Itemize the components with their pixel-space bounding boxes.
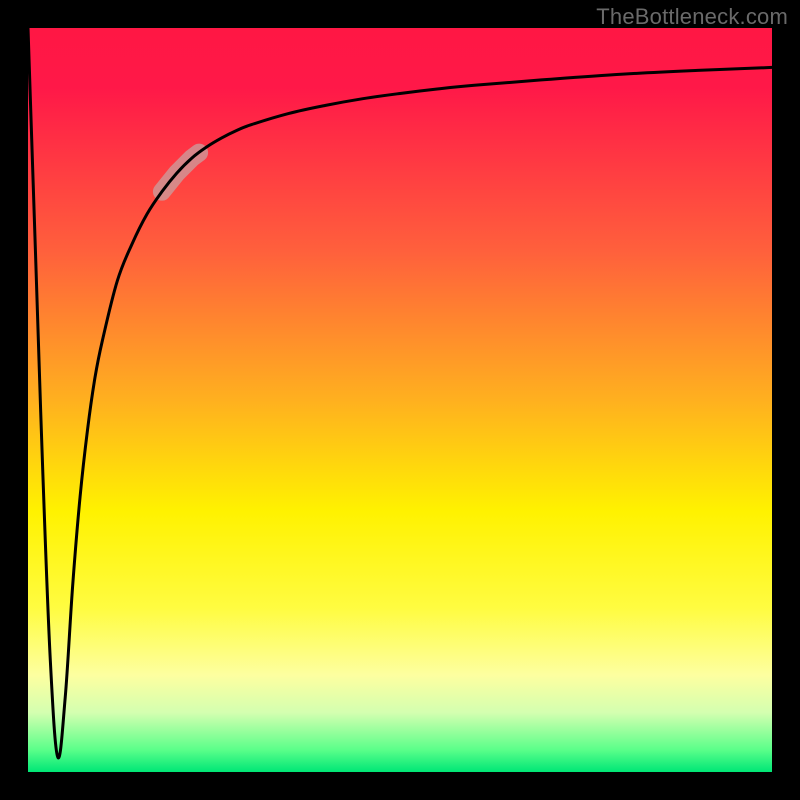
chart-plot-area: [28, 28, 772, 772]
chart-svg: [28, 28, 772, 772]
gradient-background: [28, 28, 772, 772]
watermark-text: TheBottleneck.com: [596, 4, 788, 30]
